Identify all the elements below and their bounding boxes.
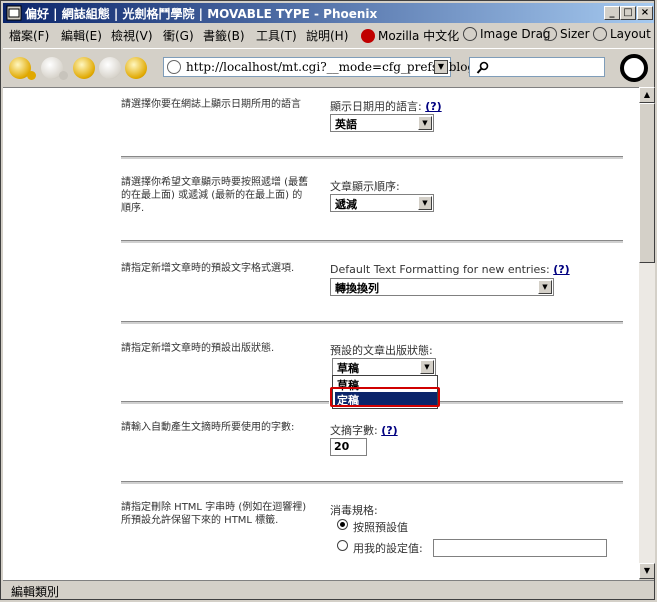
address-dropdown-icon[interactable]: ▼ bbox=[434, 60, 448, 74]
forward-dropdown-icon[interactable] bbox=[59, 71, 68, 80]
scroll-thumb[interactable] bbox=[639, 103, 655, 263]
section-divider bbox=[121, 321, 623, 324]
close-button[interactable]: × bbox=[637, 6, 653, 20]
image-drag-tool[interactable]: Image Drag bbox=[463, 27, 551, 41]
radio-default-label: 按照預設值 bbox=[353, 521, 408, 534]
order-value: 遞減 bbox=[335, 198, 357, 211]
excerpt-words-input[interactable]: 20 bbox=[330, 438, 367, 456]
highlight-annotation bbox=[330, 387, 440, 407]
sanitize-custom-input[interactable] bbox=[433, 539, 607, 557]
mozilla-chinese-tool[interactable]: Mozilla 中文化 bbox=[361, 27, 459, 44]
menu-go[interactable]: 衝(G) bbox=[163, 27, 194, 44]
vertical-scrollbar[interactable]: ▲ ▼ bbox=[639, 87, 655, 579]
field-label: Default Text Formatting for new entries:… bbox=[330, 263, 570, 276]
maximize-button[interactable]: □ bbox=[620, 6, 636, 20]
home-icon[interactable] bbox=[125, 57, 147, 79]
chevron-down-icon: ▼ bbox=[418, 116, 432, 130]
navigation-toolbar: http://localhost/mt.cgi?__mode=cfg_prefs… bbox=[3, 48, 654, 87]
section-divider bbox=[121, 240, 623, 243]
menu-tools[interactable]: 工具(T) bbox=[256, 27, 297, 44]
radio-custom-label: 用我的設定值: bbox=[353, 542, 423, 555]
mozilla-chinese-label: Mozilla 中文化 bbox=[378, 29, 460, 43]
chevron-down-icon: ▼ bbox=[538, 280, 552, 294]
stop-icon[interactable] bbox=[99, 57, 121, 79]
field-label: 消毒規格: bbox=[330, 502, 378, 518]
browser-window: 偏好 | 網誌組態 | 光劍格鬥學院 | MOVABLE TYPE - Phoe… bbox=[0, 0, 655, 600]
sizer-label: Sizer bbox=[560, 27, 590, 41]
text-format-value: 轉換換列 bbox=[335, 282, 379, 295]
address-text: http://localhost/mt.cgi?__mode=cfg_prefs… bbox=[186, 60, 511, 74]
image-drag-icon bbox=[463, 27, 477, 41]
order-label: 文章顯示順序: bbox=[330, 180, 400, 193]
menu-file[interactable]: 檔案(F) bbox=[9, 27, 49, 44]
app-icon bbox=[6, 5, 22, 21]
search-icon bbox=[476, 61, 489, 74]
mozilla-icon bbox=[361, 28, 375, 43]
excerpt-label: 文摘字數: bbox=[330, 424, 378, 437]
menu-view[interactable]: 檢視(V) bbox=[111, 27, 153, 44]
radio-default[interactable] bbox=[337, 519, 348, 530]
order-select[interactable]: 遞減 ▼ bbox=[330, 194, 434, 212]
status-text: 編輯類別 bbox=[11, 585, 60, 599]
section-divider bbox=[121, 401, 329, 404]
menu-edit[interactable]: 編輯(E) bbox=[61, 27, 102, 44]
section-divider bbox=[121, 156, 623, 159]
menu-help[interactable]: 說明(H) bbox=[306, 27, 348, 44]
status-select[interactable]: 草稿 ▼ bbox=[332, 358, 436, 376]
field-label: 顯示日期用的語言: (?) bbox=[330, 98, 442, 114]
help-link[interactable]: (?) bbox=[425, 100, 441, 113]
status-value: 草稿 bbox=[337, 362, 359, 375]
setting-description: 請選擇你要在網誌上顯示日期所用的語言 bbox=[121, 99, 301, 110]
title-bar: 偏好 | 網誌組態 | 光劍格鬥學院 | MOVABLE TYPE - Phoe… bbox=[3, 3, 654, 23]
language-select[interactable]: 英語 ▼ bbox=[330, 114, 434, 132]
sanitize-label: 消毒規格: bbox=[330, 504, 378, 517]
back-dropdown-icon[interactable] bbox=[27, 71, 36, 80]
status-label: 預設的文章出版狀態: bbox=[330, 344, 433, 357]
chevron-down-icon: ▼ bbox=[418, 196, 432, 210]
setting-description: 請指定新增文章時的預設文字格式選項. bbox=[121, 263, 295, 274]
sizer-tool[interactable]: Sizer bbox=[543, 27, 590, 41]
chevron-down-icon: ▼ bbox=[420, 360, 434, 374]
help-link[interactable]: (?) bbox=[553, 263, 569, 276]
address-bar[interactable]: http://localhost/mt.cgi?__mode=cfg_prefs… bbox=[163, 57, 510, 77]
radio-custom[interactable] bbox=[337, 540, 348, 551]
search-input[interactable] bbox=[469, 57, 605, 77]
field-label: 文章顯示順序: bbox=[330, 178, 400, 194]
setting-description: 請輸入自動產生文摘時所要使用的字數: bbox=[121, 422, 295, 433]
image-drag-label: Image Drag bbox=[480, 27, 551, 41]
menu-bar: 檔案(F) 編輯(E) 檢視(V) 衝(G) 書籤(B) 工具(T) 說明(H)… bbox=[3, 24, 654, 46]
throbber-icon bbox=[620, 54, 648, 82]
page-content: 請選擇你要在網誌上顯示日期所用的語言 顯示日期用的語言: (?) 英語 ▼ 請選… bbox=[3, 87, 639, 580]
window-title: 偏好 | 網誌組態 | 光劍格鬥學院 | MOVABLE TYPE - Phoe… bbox=[25, 7, 378, 21]
help-link[interactable]: (?) bbox=[381, 424, 397, 437]
text-format-select[interactable]: 轉換換列 ▼ bbox=[330, 278, 554, 296]
layout-label: Layout bbox=[610, 27, 651, 41]
sizer-icon bbox=[543, 27, 557, 41]
setting-description: 請指定刪除 HTML 字串時 (例如在迴響裡) 所預設允許保留下來的 HTML … bbox=[121, 502, 307, 526]
section-divider bbox=[121, 481, 623, 484]
field-label: 文摘字數: (?) bbox=[330, 422, 398, 438]
setting-description: 請指定新增文章時的預設出版狀態. bbox=[121, 343, 275, 354]
language-value: 英語 bbox=[335, 118, 357, 131]
scroll-up-icon[interactable]: ▲ bbox=[639, 87, 655, 103]
layout-tool[interactable]: Layout bbox=[593, 27, 651, 41]
status-bar: 編輯類別 bbox=[3, 580, 654, 600]
minimize-button[interactable]: _ bbox=[604, 6, 620, 20]
field-label: 預設的文章出版狀態: bbox=[330, 342, 433, 358]
scroll-down-icon[interactable]: ▼ bbox=[639, 563, 655, 579]
language-label: 顯示日期用的語言: bbox=[330, 100, 422, 113]
section-divider bbox=[440, 401, 623, 404]
text-format-label: Default Text Formatting for new entries: bbox=[330, 263, 550, 276]
menu-bookmarks[interactable]: 書籤(B) bbox=[203, 27, 245, 44]
setting-description: 請選擇你希望文章顯示時要按照遞增 (最舊的在最上面) 或遞減 (最新的在最上面)… bbox=[121, 177, 309, 214]
page-icon bbox=[167, 60, 181, 74]
layout-icon bbox=[593, 27, 607, 41]
reload-icon[interactable] bbox=[73, 57, 95, 79]
